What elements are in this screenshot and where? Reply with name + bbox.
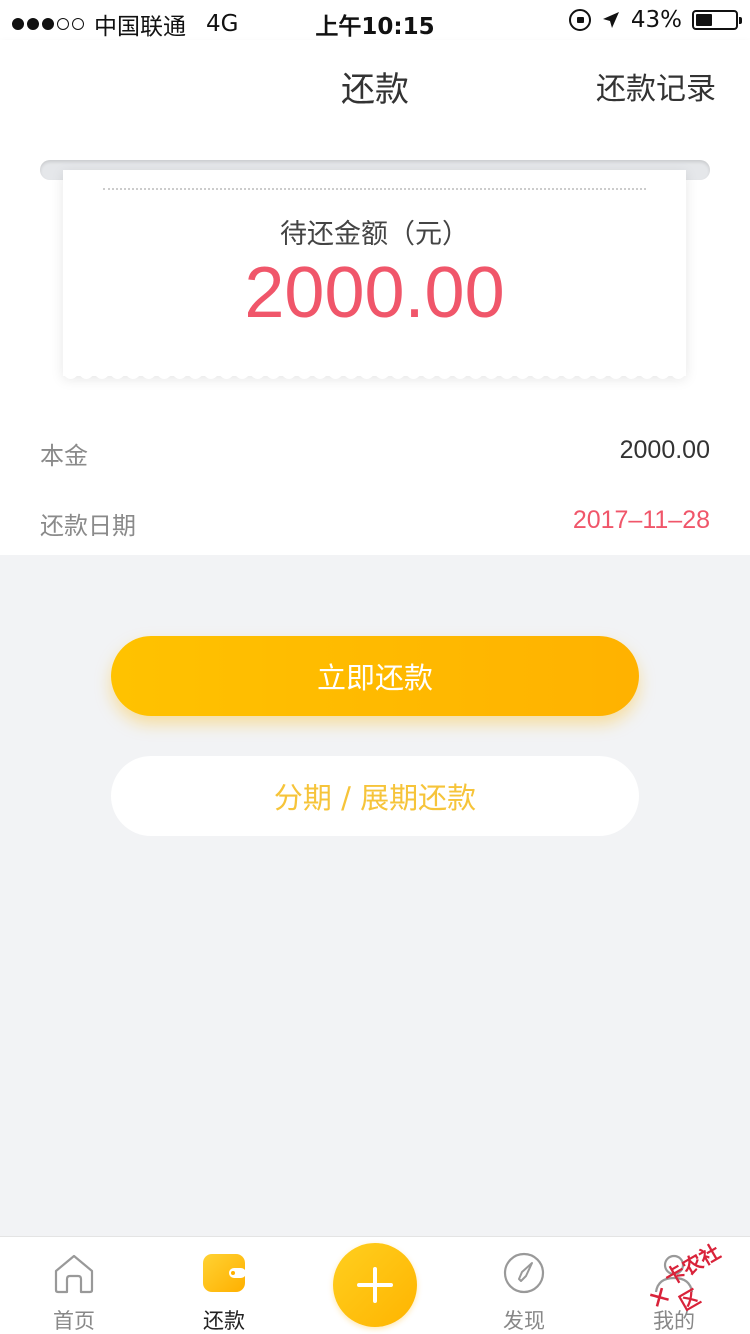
due-date-value: 2017–11–28 bbox=[572, 506, 710, 534]
amount-due-label: 待还金额（元） bbox=[280, 219, 469, 250]
rotation-lock-icon bbox=[568, 9, 591, 31]
plus-icon bbox=[357, 1267, 393, 1303]
add-button[interactable] bbox=[333, 1243, 417, 1327]
compass-icon bbox=[503, 1252, 545, 1294]
status-right: 43% bbox=[568, 7, 742, 33]
receipt-torn-edge bbox=[63, 374, 686, 379]
repayment-summary: 待还金额（元） 2000.00 本金 2000.00 还款日期 2017–11–… bbox=[0, 128, 750, 555]
tab-repayment-label: 还款 bbox=[203, 1309, 245, 1333]
status-bar: 中国联通 4G 上午10:15 43% bbox=[0, 0, 750, 40]
due-date-label: 还款日期 bbox=[40, 512, 136, 540]
principal-row: 本金 2000.00 bbox=[40, 436, 710, 476]
principal-value: 2000.00 bbox=[619, 436, 710, 464]
principal-label: 本金 bbox=[40, 442, 88, 470]
installment-extension-button[interactable]: 分期 / 展期还款 bbox=[111, 756, 639, 836]
battery-icon bbox=[692, 10, 742, 30]
status-left: 中国联通 4G bbox=[12, 7, 238, 41]
signal-dots-icon bbox=[12, 18, 84, 30]
receipt-divider bbox=[103, 188, 646, 190]
battery-percent: 43% bbox=[630, 7, 682, 33]
tab-discover[interactable]: 发现 bbox=[464, 1237, 584, 1334]
repay-now-button[interactable]: 立即还款 bbox=[111, 636, 639, 716]
amount-due-value: 2000.00 bbox=[244, 253, 505, 333]
tab-discover-label: 发现 bbox=[503, 1309, 545, 1333]
receipt-card: 待还金额（元） 2000.00 bbox=[63, 170, 686, 379]
home-icon bbox=[54, 1254, 94, 1294]
location-arrow-icon bbox=[602, 12, 619, 28]
wallet-icon bbox=[203, 1254, 246, 1292]
network-type: 4G bbox=[206, 11, 239, 37]
repayment-history-link[interactable]: 还款记录 bbox=[596, 64, 716, 108]
due-date-row: 还款日期 2017–11–28 bbox=[40, 506, 710, 546]
nav-bar: 还款 还款记录 bbox=[0, 40, 750, 128]
tab-home-label: 首页 bbox=[53, 1309, 95, 1333]
carrier-name: 中国联通 bbox=[94, 14, 186, 40]
tab-repayment[interactable]: 还款 bbox=[164, 1237, 284, 1334]
tab-home[interactable]: 首页 bbox=[14, 1237, 134, 1334]
